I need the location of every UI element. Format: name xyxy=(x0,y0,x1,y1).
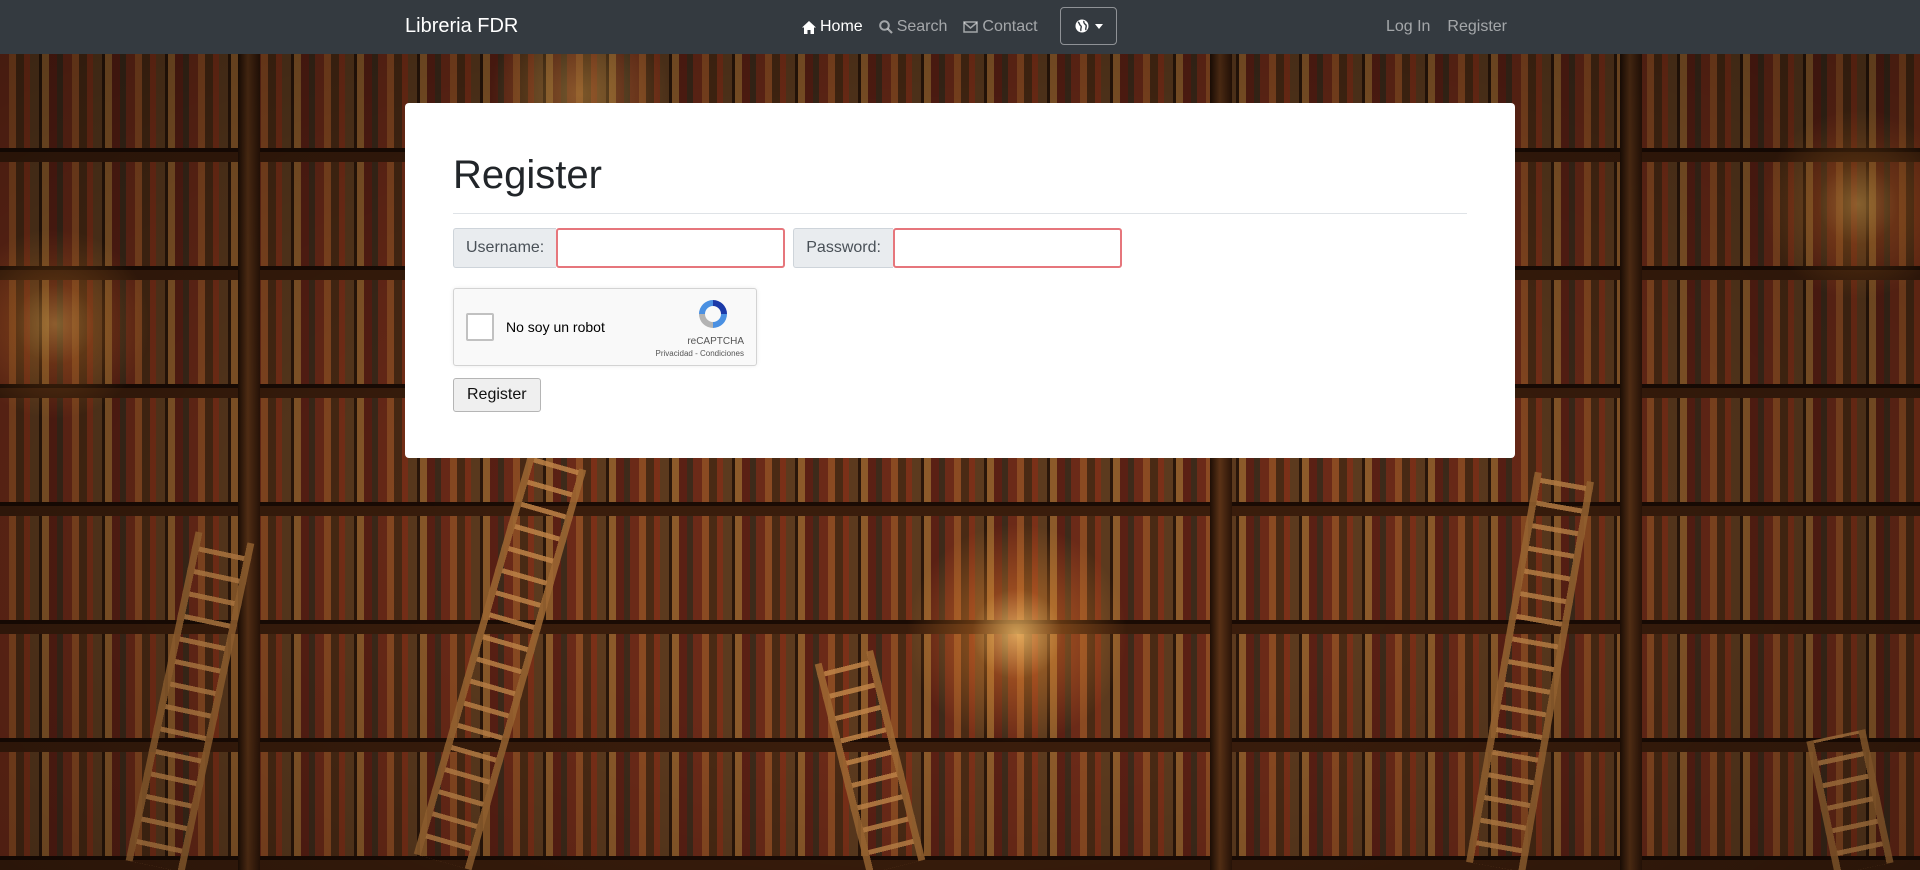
username-input[interactable] xyxy=(556,228,786,268)
nav-search[interactable]: Search xyxy=(878,18,948,36)
register-card: Register Username: Password: No soy un r… xyxy=(405,103,1515,458)
home-icon xyxy=(802,20,816,34)
search-icon xyxy=(878,20,893,34)
nav-home-label: Home xyxy=(820,18,863,35)
login-link[interactable]: Log In xyxy=(1386,18,1430,36)
nav-home[interactable]: Home xyxy=(802,18,863,36)
brand-link[interactable]: Libreria FDR xyxy=(405,15,518,38)
recaptcha-terms: Privacidad - Condiciones xyxy=(655,349,745,358)
register-link[interactable]: Register xyxy=(1447,18,1507,36)
recaptcha-brand: reCAPTCHA xyxy=(687,336,744,347)
register-submit-button[interactable]: Register xyxy=(453,378,541,412)
password-label: Password: xyxy=(793,228,893,268)
page-title: Register xyxy=(453,153,602,197)
chevron-down-icon xyxy=(1094,23,1103,29)
credentials-row: Username: Password: xyxy=(453,228,1467,268)
recaptcha-checkbox[interactable] xyxy=(466,313,494,341)
top-navbar: Libreria FDR Home Search Contact Log In … xyxy=(0,0,1920,54)
username-group: Username: xyxy=(453,228,786,268)
envelope-icon xyxy=(963,21,979,33)
account-nav: Log In Register xyxy=(1386,0,1507,54)
password-input[interactable] xyxy=(892,228,1122,268)
language-dropdown-button[interactable] xyxy=(1060,7,1117,45)
password-group: Password: xyxy=(793,228,1122,268)
divider xyxy=(453,213,1467,214)
recaptcha-label: No soy un robot xyxy=(506,319,605,335)
nav-contact[interactable]: Contact xyxy=(963,18,1038,36)
nav-contact-label: Contact xyxy=(982,18,1038,35)
recaptcha-privacy-link[interactable]: Privacidad xyxy=(656,349,693,358)
recaptcha-widget: No soy un robot reCAPTCHA Privacidad - C… xyxy=(453,288,757,366)
main-nav: Home Search Contact xyxy=(802,0,1054,54)
globe-icon xyxy=(1075,19,1088,33)
nav-search-label: Search xyxy=(896,18,948,35)
recaptcha-terms-link[interactable]: Condiciones xyxy=(700,349,744,358)
recaptcha-logo-icon xyxy=(699,300,727,328)
username-label: Username: xyxy=(453,228,557,268)
